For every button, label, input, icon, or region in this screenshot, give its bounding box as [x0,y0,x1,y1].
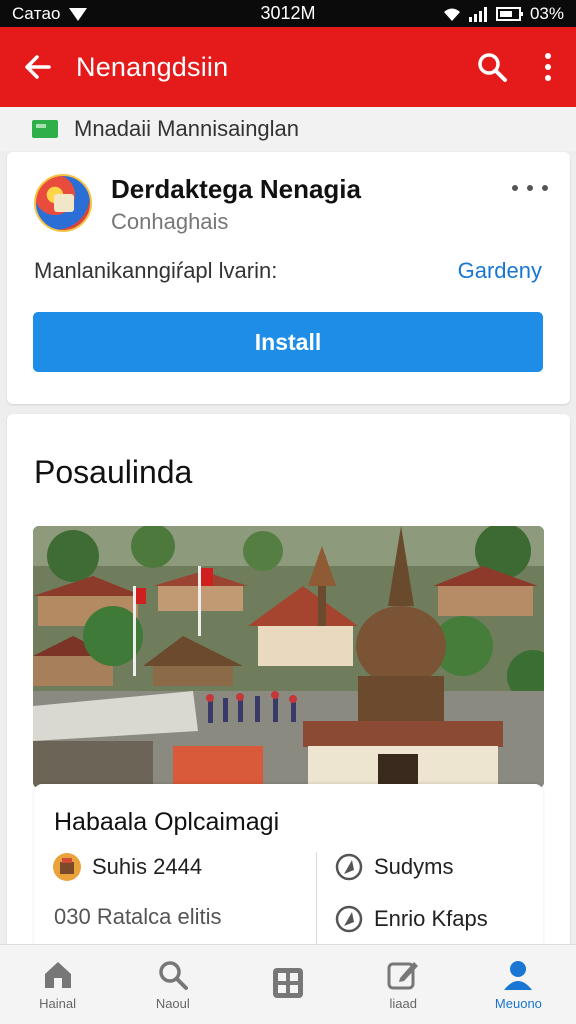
nav-label: Hainal [39,996,77,1011]
app-info-link[interactable]: Gardeny [458,258,542,284]
compass-icon [335,905,363,933]
nav-label: Meuono [494,996,542,1011]
nav-home[interactable]: Hainal [0,945,115,1024]
search-icon [478,53,507,82]
app-icon [34,174,92,232]
stat-label: Suhis 2444 [92,854,203,879]
content-card: Posaulinda Habaala Oplcaimagi Suhis 2444… [7,414,570,974]
stat-item[interactable]: Sudyms [334,852,453,882]
app-info-text: Manlanikanngiŕapl lvarin: [34,258,278,283]
stat-label: Enrio Kfaps [374,906,488,931]
stat-label: 030 Ratalca elitis [54,904,222,929]
stat-item[interactable]: 030 Ratalca elitis [54,904,222,930]
nav-profile[interactable]: Meuono [461,945,576,1024]
more-options-button[interactable] [512,176,548,200]
stat-item[interactable]: Suhis 2444 [52,852,202,882]
app-name: Derdaktega Nenagia [111,174,361,204]
profile-icon [504,961,533,990]
bottom-navigation: Hainal Naoul liaad Meuono [0,944,576,1024]
section-title: Posaulinda [34,454,193,490]
clock: 3012M [260,3,316,23]
nav-label: liaad [389,996,417,1011]
app-bar-title: Nenangdsiin [76,51,229,82]
nav-apps[interactable] [230,945,345,1024]
install-button[interactable]: Install [33,312,543,372]
flag-icon [32,120,58,138]
grid-icon [273,967,303,998]
temple-village-photo[interactable] [33,526,544,788]
photo-illustration [33,526,544,788]
divider [316,852,317,952]
nav-label: Naoul [155,996,190,1011]
stat-label: Sudyms [374,854,454,879]
stat-item[interactable]: Enrio Kfaps [334,904,488,934]
panel-title: Habaala Oplcaimagi [54,808,280,836]
overflow-menu-button[interactable] [520,27,576,107]
more-vertical-icon [545,53,551,81]
app-category: Conhaghais [111,209,229,234]
app-bar: Nenangdsiin [0,27,576,107]
subheader: Mnadaii Mannisainglan [0,107,576,151]
search-button[interactable] [464,27,520,107]
back-button[interactable] [0,27,76,107]
compass-icon [335,853,363,881]
app-listing-card: Derdaktega Nenagia Conhaghais Manlanikan… [7,152,570,404]
status-bar: Caтao 3012M 03% [0,0,576,27]
home-icon [44,962,71,988]
search-icon [159,961,188,990]
nav-search[interactable]: Naoul [115,945,230,1024]
edit-icon [387,962,419,990]
subheader-text: Mnadaii Mannisainglan [74,116,300,141]
more-horizontal-icon [512,185,518,191]
nav-edit[interactable]: liaad [346,945,461,1024]
badge-icon [53,853,81,881]
back-arrow-icon [25,55,51,79]
